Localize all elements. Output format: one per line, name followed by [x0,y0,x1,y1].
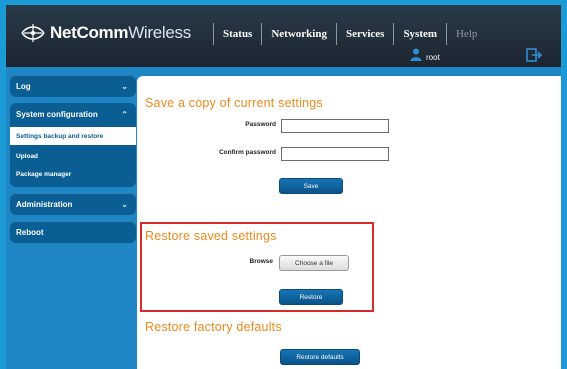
nav-services[interactable]: Services [346,28,384,40]
sidebar-subitem-upload[interactable]: Upload [10,147,136,165]
sidebar-subitem-settings-backup[interactable]: Settings backup and restore [10,127,136,145]
sidebar-item-label: Reboot [16,227,44,237]
save-section-title: Save a copy of current settings [145,96,323,110]
confirm-password-label: Confirm password [218,149,276,156]
password-label: Password [245,121,276,128]
save-button[interactable]: Save [279,178,343,194]
nav-divider [213,23,214,45]
chevron-up-icon: ⌃ [121,109,128,119]
restore-section-title: Restore saved settings [145,229,277,243]
chevron-down-icon: ⌄ [121,199,128,209]
brand-name: NetCommWireless [50,23,191,43]
chevron-down-icon: ⌄ [121,81,128,91]
choose-file-button[interactable]: Choose a file [279,255,349,271]
brand-logo[interactable]: NetCommWireless [20,19,191,47]
nav-divider [393,23,395,45]
nav-divider [261,23,263,45]
main-content: Save a copy of current settings Password… [137,76,561,369]
nav-divider [335,23,337,45]
nav-status[interactable]: Status [223,28,252,40]
user-menu[interactable]: root [410,48,440,66]
app-frame: NetCommWireless Status Networking Servic… [6,5,561,369]
sidebar: Log ⌄ System configuration ⌃ Settings ba… [10,75,136,249]
nav-system[interactable]: System [403,28,437,40]
password-input[interactable] [281,119,389,133]
logout-icon[interactable] [526,48,543,62]
sidebar-subitem-package-manager[interactable]: Package manager [10,165,136,183]
restore-button[interactable]: Restore [279,289,343,305]
brand-name-light: Wireless [128,23,191,42]
sidebar-item-label: Log [16,81,31,91]
brand-name-bold: NetComm [50,23,129,42]
nav-networking[interactable]: Networking [271,28,327,40]
confirm-password-input[interactable] [281,147,389,161]
sidebar-item-label: System configuration [16,109,98,119]
browse-label: Browse [249,258,273,265]
factory-section-title: Restore factory defaults [145,320,282,334]
sidebar-item-administration[interactable]: Administration ⌄ [10,193,136,215]
sidebar-item-label: Administration [16,199,73,209]
user-icon [410,48,422,66]
sidebar-item-system-configuration[interactable]: System configuration ⌃ [10,103,136,125]
sidebar-group-system-configuration: System configuration ⌃ Settings backup a… [10,103,136,187]
nav-divider [446,23,448,45]
sidebar-item-log[interactable]: Log ⌄ [10,75,136,97]
main-nav: Status Networking Services System Help [204,22,477,46]
nav-help[interactable]: Help [456,28,477,40]
netcomm-logo-icon [20,22,46,44]
sidebar-item-reboot[interactable]: Reboot [10,221,136,243]
restore-defaults-button[interactable]: Restore defaults [280,349,360,365]
username: root [426,52,440,62]
top-header: NetCommWireless Status Networking Servic… [6,5,561,67]
